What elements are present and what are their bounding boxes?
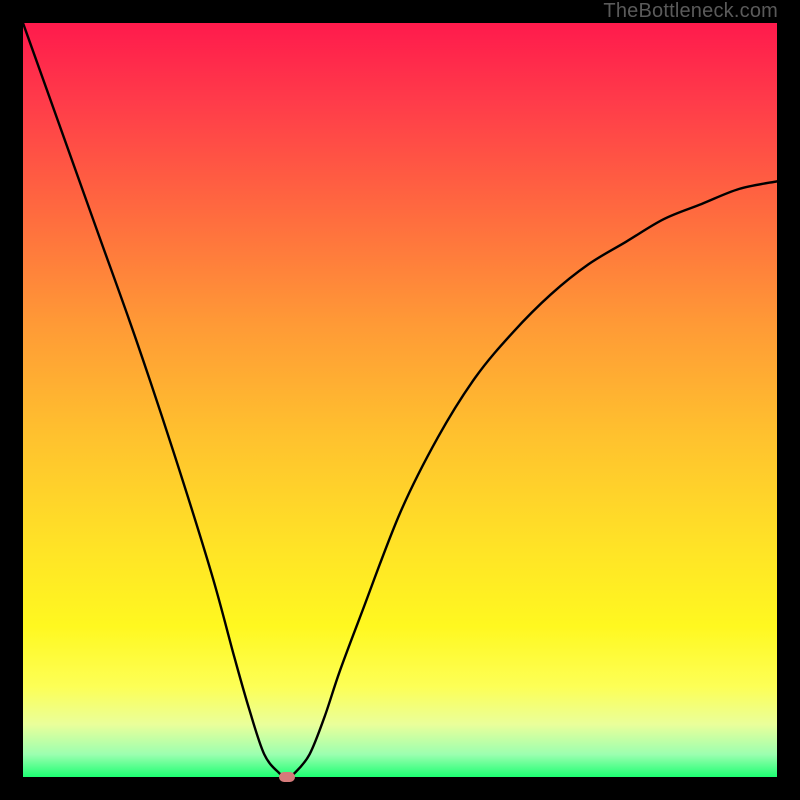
chart-frame bbox=[23, 23, 777, 777]
bottleneck-curve-path bbox=[23, 23, 777, 777]
bottleneck-curve-svg bbox=[23, 23, 777, 777]
minimum-marker bbox=[279, 772, 295, 782]
watermark-text: TheBottleneck.com bbox=[603, 0, 778, 23]
